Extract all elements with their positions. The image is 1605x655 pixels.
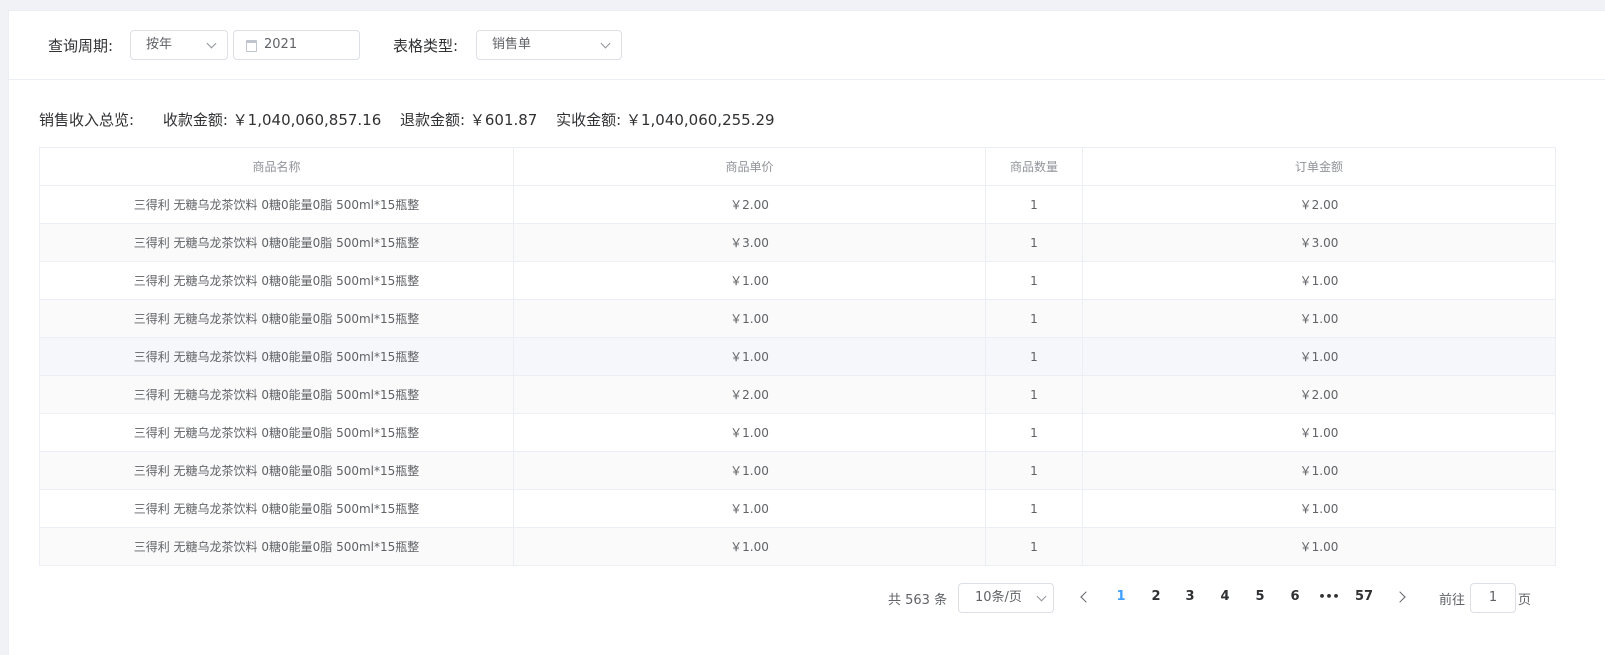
table-row[interactable]: 三得利 无糖乌龙茶饮料 0糖0能量0脂 500ml*15瓶整 ￥1.00 1 ￥…	[39, 451, 1556, 490]
cell-product-name: 三得利 无糖乌龙茶饮料 0糖0能量0脂 500ml*15瓶整	[39, 261, 514, 300]
chevron-down-icon	[600, 38, 611, 49]
goto-prefix: 前往	[1439, 593, 1466, 608]
cell-quantity: 1	[985, 185, 1083, 224]
page-5[interactable]: 5	[1246, 583, 1274, 611]
page-4[interactable]: 4	[1211, 583, 1239, 611]
report-card: 查询周期: 按年 2021 表格类型: 销售单 销售收入总览: 收款金额: ￥1…	[8, 10, 1605, 655]
table-type-select-value: 销售单	[492, 37, 532, 52]
cell-product-name: 三得利 无糖乌龙茶饮料 0糖0能量0脂 500ml*15瓶整	[39, 413, 514, 452]
cell-unit-price: ￥1.00	[513, 261, 986, 300]
sales-table: 商品名称 商品单价 商品数量 订单金额 三得利 无糖乌龙茶饮料 0糖0能量0脂 …	[39, 147, 1556, 566]
column-header-product-name[interactable]: 商品名称	[39, 147, 514, 186]
page-size-value: 10条/页	[975, 590, 1022, 605]
cell-product-name: 三得利 无糖乌龙茶饮料 0糖0能量0脂 500ml*15瓶整	[39, 337, 514, 376]
page-size-select[interactable]: 10条/页	[958, 583, 1054, 613]
period-label: 查询周期:	[48, 37, 114, 55]
cell-quantity: 1	[985, 527, 1083, 566]
goto-page-value: 1	[1488, 590, 1498, 605]
cell-order-amount: ￥1.00	[1082, 337, 1556, 376]
cell-quantity: 1	[985, 451, 1083, 490]
table-row[interactable]: 三得利 无糖乌龙茶饮料 0糖0能量0脂 500ml*15瓶整 ￥1.00 1 ￥…	[39, 299, 1556, 338]
refund-amount: 退款金额: ￥601.87	[400, 111, 538, 129]
page-6[interactable]: 6	[1281, 583, 1309, 611]
table-type-label: 表格类型:	[393, 37, 459, 55]
table-row[interactable]: 三得利 无糖乌龙茶饮料 0糖0能量0脂 500ml*15瓶整 ￥3.00 1 ￥…	[39, 223, 1556, 262]
table-row[interactable]: 三得利 无糖乌龙茶饮料 0糖0能量0脂 500ml*15瓶整 ￥2.00 1 ￥…	[39, 375, 1556, 414]
next-page-icon[interactable]	[1394, 591, 1406, 603]
cell-product-name: 三得利 无糖乌龙茶饮料 0糖0能量0脂 500ml*15瓶整	[39, 223, 514, 262]
cell-quantity: 1	[985, 337, 1083, 376]
cell-order-amount: ￥1.00	[1082, 451, 1556, 490]
cell-product-name: 三得利 无糖乌龙茶饮料 0糖0能量0脂 500ml*15瓶整	[39, 299, 514, 338]
prev-page-icon[interactable]	[1080, 591, 1092, 603]
table-row[interactable]: 三得利 无糖乌龙茶饮料 0糖0能量0脂 500ml*15瓶整 ￥1.00 1 ￥…	[39, 261, 1556, 300]
goto-suffix: 页	[1518, 593, 1532, 608]
summary-title: 销售收入总览:	[39, 111, 135, 129]
cell-product-name: 三得利 无糖乌龙茶饮料 0糖0能量0脂 500ml*15瓶整	[39, 527, 514, 566]
cell-order-amount: ￥1.00	[1082, 489, 1556, 528]
cell-order-amount: ￥1.00	[1082, 413, 1556, 452]
cell-quantity: 1	[985, 375, 1083, 414]
page-2[interactable]: 2	[1142, 583, 1170, 611]
period-select-value: 按年	[146, 37, 173, 52]
cell-unit-price: ￥3.00	[513, 223, 986, 262]
column-header-unit-price[interactable]: 商品单价	[513, 147, 986, 186]
cell-quantity: 1	[985, 223, 1083, 262]
pagination: 共 563 条 10条/页 1 2 3 4 5 6 ••• 57 前往 1 页	[9, 583, 1605, 613]
column-header-order-amount[interactable]: 订单金额	[1082, 147, 1556, 186]
cell-order-amount: ￥2.00	[1082, 375, 1556, 414]
cell-order-amount: ￥1.00	[1082, 527, 1556, 566]
cell-unit-price: ￥2.00	[513, 375, 986, 414]
cell-unit-price: ￥1.00	[513, 489, 986, 528]
cell-quantity: 1	[985, 261, 1083, 300]
cell-unit-price: ￥2.00	[513, 185, 986, 224]
cell-unit-price: ￥1.00	[513, 451, 986, 490]
table-row[interactable]: 三得利 无糖乌龙茶饮料 0糖0能量0脂 500ml*15瓶整 ￥1.00 1 ￥…	[39, 489, 1556, 528]
cell-unit-price: ￥1.00	[513, 413, 986, 452]
page-3[interactable]: 3	[1176, 583, 1204, 611]
chevron-down-icon	[206, 38, 217, 49]
calendar-icon	[246, 40, 257, 52]
pagination-total: 共 563 条	[888, 593, 948, 608]
table-row[interactable]: 三得利 无糖乌龙茶饮料 0糖0能量0脂 500ml*15瓶整 ￥2.00 1 ￥…	[39, 185, 1556, 224]
table-type-select[interactable]: 销售单	[476, 30, 622, 60]
year-picker[interactable]: 2021	[233, 30, 360, 60]
column-header-quantity[interactable]: 商品数量	[985, 147, 1083, 186]
table-row[interactable]: 三得利 无糖乌龙茶饮料 0糖0能量0脂 500ml*15瓶整 ￥1.00 1 ￥…	[39, 337, 1556, 376]
table-row[interactable]: 三得利 无糖乌龙茶饮料 0糖0能量0脂 500ml*15瓶整 ￥1.00 1 ￥…	[39, 413, 1556, 452]
cell-unit-price: ￥1.00	[513, 337, 986, 376]
cell-quantity: 1	[985, 489, 1083, 528]
chevron-down-icon	[1036, 591, 1047, 602]
received-amount: 收款金额: ￥1,040,060,857.16	[162, 111, 382, 129]
cell-order-amount: ￥1.00	[1082, 299, 1556, 338]
cell-order-amount: ￥2.00	[1082, 185, 1556, 224]
goto-page-input[interactable]: 1	[1470, 583, 1516, 613]
more-pages-icon[interactable]: •••	[1315, 583, 1343, 611]
page-1[interactable]: 1	[1107, 583, 1135, 611]
page-57[interactable]: 57	[1350, 583, 1378, 611]
cell-order-amount: ￥3.00	[1082, 223, 1556, 262]
cell-product-name: 三得利 无糖乌龙茶饮料 0糖0能量0脂 500ml*15瓶整	[39, 185, 514, 224]
cell-product-name: 三得利 无糖乌龙茶饮料 0糖0能量0脂 500ml*15瓶整	[39, 489, 514, 528]
cell-product-name: 三得利 无糖乌龙茶饮料 0糖0能量0脂 500ml*15瓶整	[39, 451, 514, 490]
period-select[interactable]: 按年	[130, 30, 228, 60]
cell-unit-price: ￥1.00	[513, 527, 986, 566]
cell-quantity: 1	[985, 413, 1083, 452]
year-picker-value: 2021	[264, 37, 298, 52]
cell-product-name: 三得利 无糖乌龙茶饮料 0糖0能量0脂 500ml*15瓶整	[39, 375, 514, 414]
cell-order-amount: ￥1.00	[1082, 261, 1556, 300]
table-row[interactable]: 三得利 无糖乌龙茶饮料 0糖0能量0脂 500ml*15瓶整 ￥1.00 1 ￥…	[39, 527, 1556, 566]
filter-bar: 查询周期: 按年 2021 表格类型: 销售单	[9, 11, 1605, 80]
table-header-row: 商品名称 商品单价 商品数量 订单金额	[39, 147, 1556, 186]
actual-amount: 实收金额: ￥1,040,060,255.29	[556, 111, 775, 129]
sales-summary: 销售收入总览: 收款金额: ￥1,040,060,857.16 退款金额: ￥6…	[39, 109, 789, 130]
cell-unit-price: ￥1.00	[513, 299, 986, 338]
cell-quantity: 1	[985, 299, 1083, 338]
